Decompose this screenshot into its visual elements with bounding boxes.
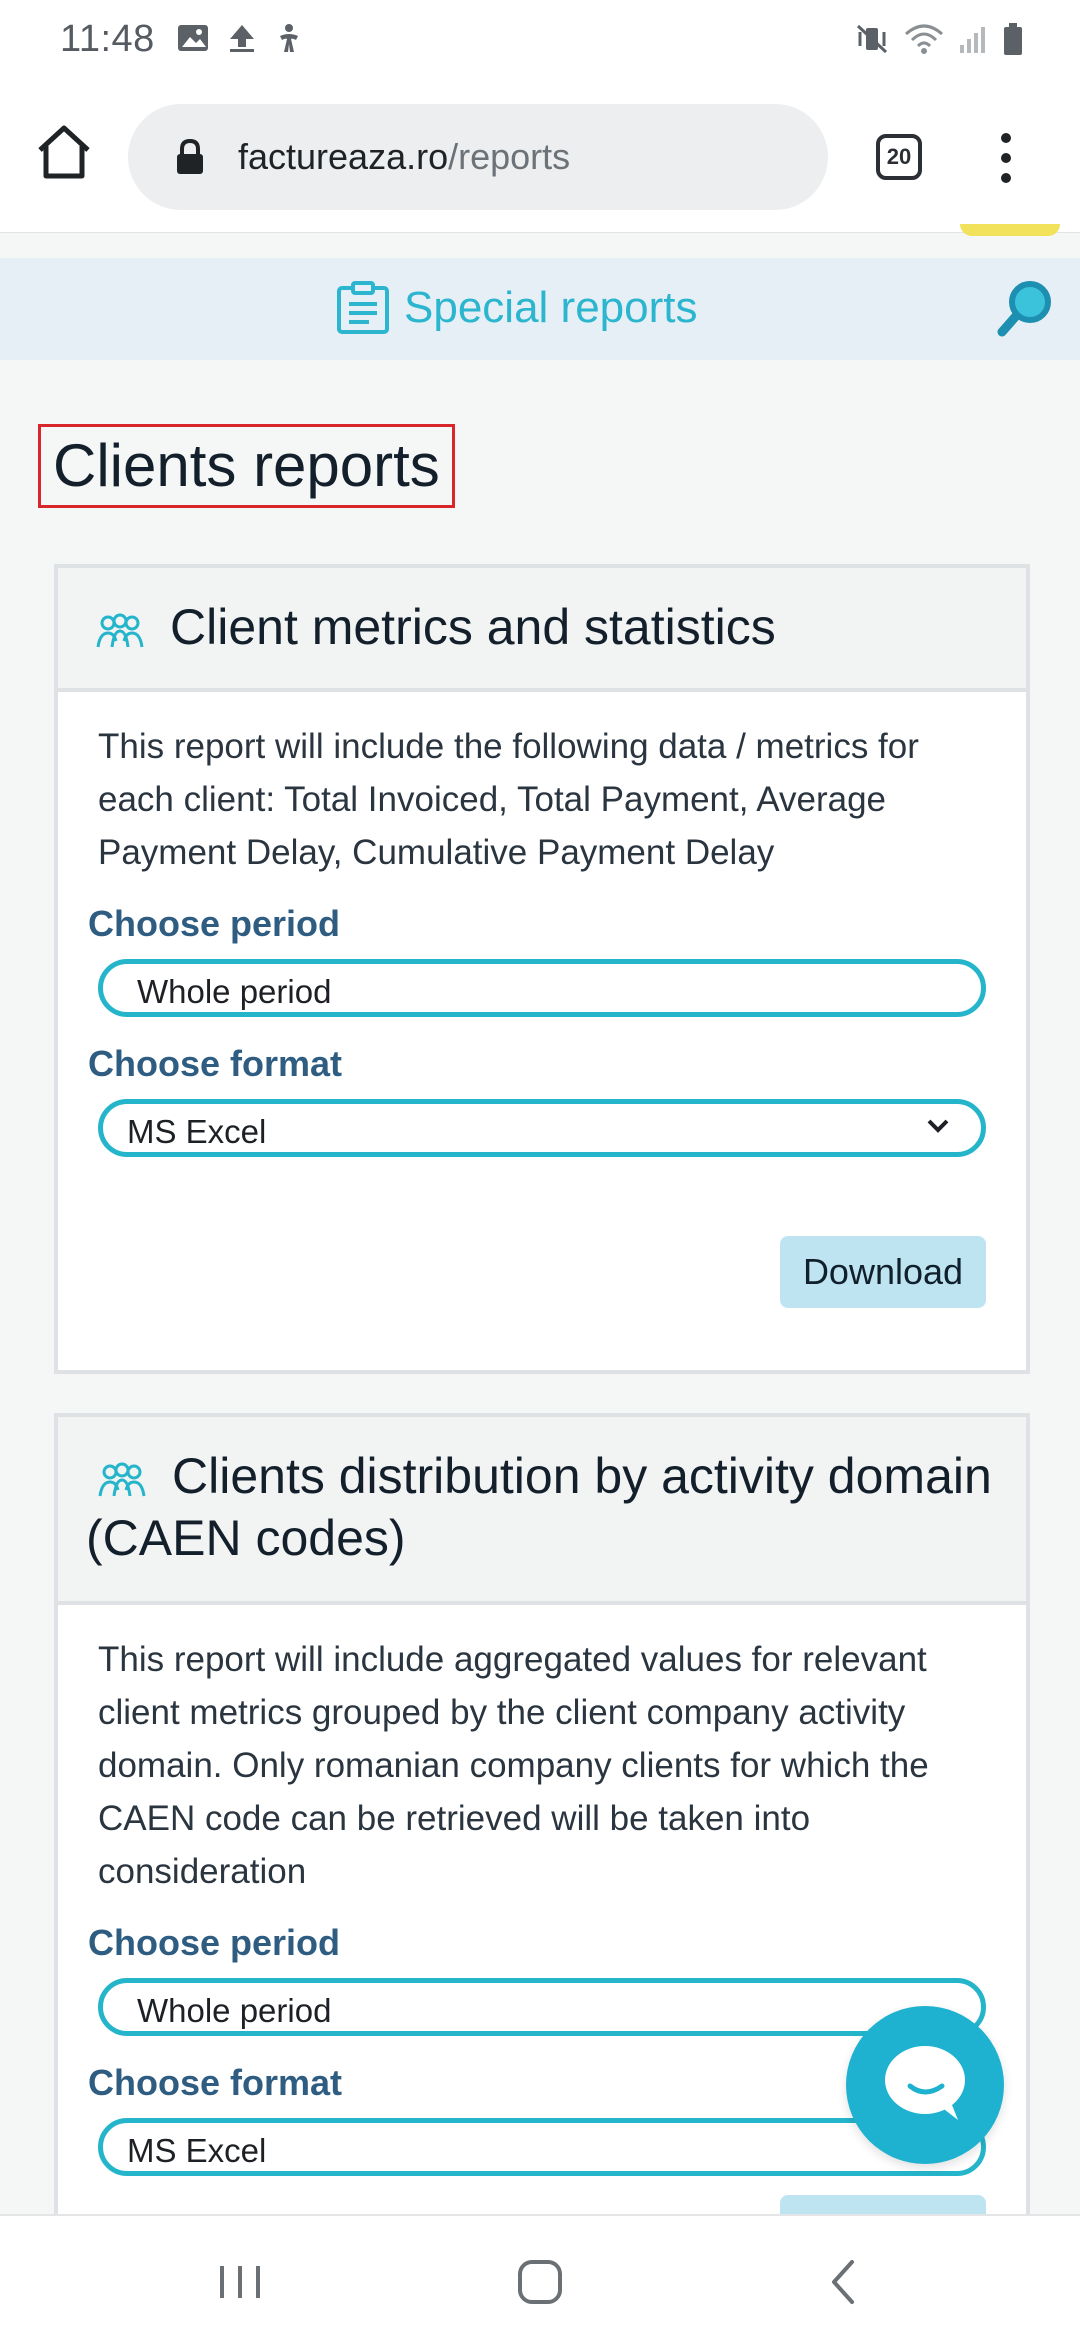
special-reports-bar: Special reports [0,258,1080,360]
wifi-icon [905,24,943,54]
system-navigation-bar [0,2214,1080,2342]
chat-button[interactable] [846,2006,1004,2164]
clipboard-icon [337,281,389,334]
chat-bubble-icon [885,2046,965,2120]
download-label: Download [802,1251,964,1292]
choose-period-label: Choose period [88,903,341,944]
card-description: This report will include the following d… [98,727,919,872]
home-icon[interactable] [34,122,94,182]
signal-icon [960,27,985,53]
battery-icon [1004,23,1022,55]
address-bar[interactable]: factureaza.ro/reports [128,104,828,210]
status-notification-icons [176,22,304,54]
special-reports-label: Special reports [404,283,698,332]
format-value: MS Excel [127,2132,267,2169]
tab-count: 20 [886,144,912,169]
special-reports-link[interactable]: Special reports [334,280,697,336]
card-header: Client metrics and statistics [58,568,1026,692]
home-nav-icon[interactable] [510,2252,570,2312]
card-title-row: Clients distribution by activity domain … [86,1445,1006,1569]
status-time: 11:48 [60,18,155,60]
chevron-down-icon [927,1119,949,1133]
status-system-icons [854,22,1024,56]
mute-vibrate-icon [856,24,888,54]
report-card-client-metrics: Client metrics and statistics This repor… [54,564,1030,1374]
url-text: factureaza.ro/reports [238,136,570,178]
accessibility-icon [280,24,298,52]
lock-icon [177,138,203,174]
url-host: factureaza.ro [238,136,449,177]
download-button[interactable]: Download [780,1236,986,1308]
more-options-icon[interactable] [996,132,1016,184]
tab-switcher-button[interactable]: 20 [876,134,922,180]
image-icon [178,25,208,51]
page-title: Clients reports [38,424,455,508]
header-tab-accent [960,224,1060,236]
users-icon [98,1462,146,1497]
card-title: Clients distribution by activity domain … [86,1448,992,1566]
users-icon [96,613,144,648]
choose-period-label: Choose period [88,1922,341,1963]
url-path: /reports [448,136,571,177]
card-header: Clients distribution by activity domain … [58,1417,1026,1605]
search-icon[interactable] [996,278,1056,338]
period-picker[interactable]: Whole period [98,959,986,1017]
format-value: MS Excel [127,1113,267,1150]
card-title: Client metrics and statistics [170,599,776,655]
browser-toolbar: factureaza.ro/reports 20 [0,84,1080,233]
format-select[interactable]: MS Excel [98,1099,986,1157]
status-bar: 11:48 [0,0,1080,84]
upload-icon [230,25,254,52]
recent-apps-icon[interactable] [210,2252,270,2312]
card-description: This report will include aggregated valu… [98,1640,929,1891]
choose-format-label: Choose format [88,1043,343,1084]
card-title-row: Client metrics and statistics [94,596,776,658]
period-value: Whole period [137,1992,332,2029]
back-icon[interactable] [814,2252,874,2312]
period-value: Whole period [137,973,332,1010]
